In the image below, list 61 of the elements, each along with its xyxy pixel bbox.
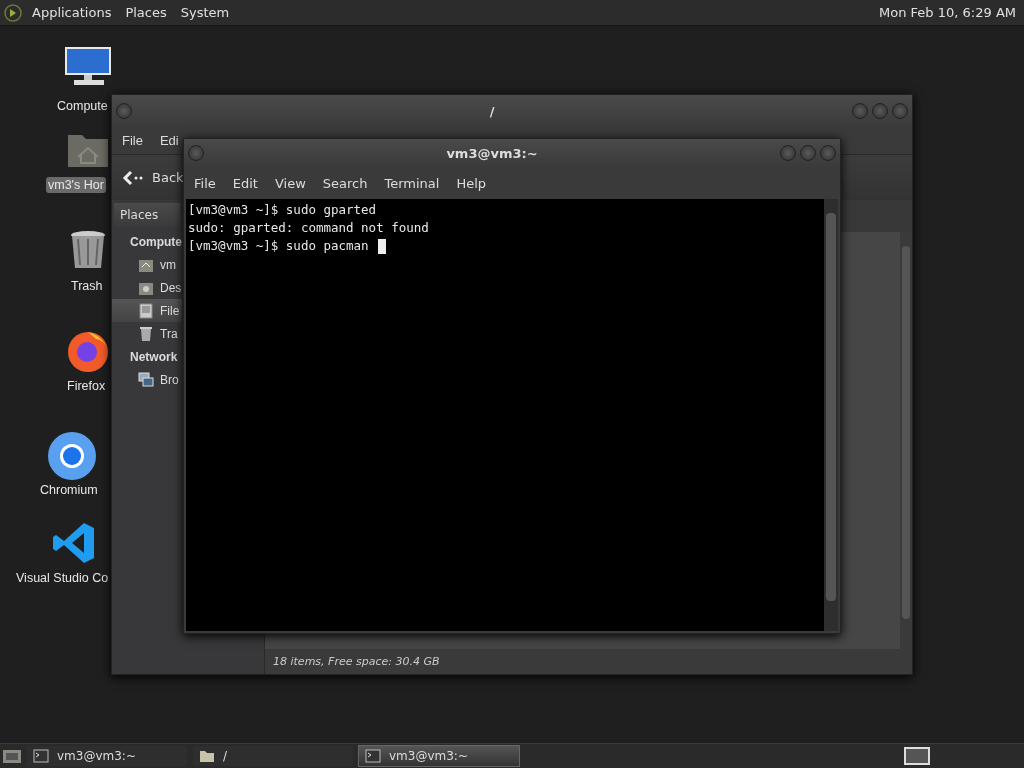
back-arrow-icon xyxy=(122,169,144,186)
panel-menu[interactable]: Places xyxy=(121,3,171,22)
desktop-icon-label[interactable]: Trash xyxy=(69,278,105,294)
desktop-icon-label[interactable]: Chromium xyxy=(38,482,100,498)
code-editor-icon xyxy=(52,521,96,565)
folder-icon xyxy=(199,748,215,764)
terminal-line: sudo: gparted: command not found xyxy=(188,219,429,237)
taskbar-button[interactable]: / xyxy=(192,745,354,767)
sidebar-item[interactable]: Des xyxy=(112,276,182,299)
desktop-icon-label[interactable]: vm3's Hor xyxy=(46,177,106,193)
trash-icon xyxy=(138,325,154,342)
window-menu-button[interactable] xyxy=(188,145,204,161)
minimize-button[interactable] xyxy=(852,103,868,119)
scrollbar[interactable] xyxy=(824,199,838,631)
menu-item[interactable]: Search xyxy=(322,175,368,191)
menu-item[interactable]: Edit xyxy=(232,175,258,191)
sidebar-item[interactable]: Bro xyxy=(112,368,182,391)
terminal-line: [vm3@vm3 ~]$ sudo gparted xyxy=(188,201,377,219)
menu-item[interactable]: Terminal xyxy=(384,175,440,191)
desktop-icon-label[interactable]: Firefox xyxy=(65,378,108,394)
menu-item[interactable]: File xyxy=(194,175,216,191)
sidebar-item[interactable]: Tra xyxy=(112,322,182,345)
maximize-button[interactable] xyxy=(800,145,816,161)
window-title: vm3@vm3:~ xyxy=(445,145,539,161)
show-desktop-icon xyxy=(2,747,22,765)
window-menu-button[interactable] xyxy=(116,103,132,119)
status-bar: 18 items, Free space: 30.4 GB xyxy=(265,649,912,674)
cursor xyxy=(378,238,387,254)
taskbar-button[interactable]: vm3@vm3:~ xyxy=(26,745,188,767)
minimize-button[interactable] xyxy=(780,145,796,161)
trash-icon xyxy=(68,229,108,271)
panel-menu[interactable]: System xyxy=(176,3,234,22)
clock[interactable]: Mon Feb 10, 6:29 AM xyxy=(875,5,1020,20)
desktop-icon-label[interactable]: Compute xyxy=(55,98,110,114)
close-button[interactable] xyxy=(892,103,908,119)
logo-icon xyxy=(4,3,22,22)
sidebar-dropdown[interactable]: Places xyxy=(114,203,180,227)
taskbar-button[interactable]: vm3@vm3:~ xyxy=(358,745,520,767)
network-icon xyxy=(138,371,154,388)
sidebar-section-label: Network xyxy=(130,348,178,366)
desktop-icon-label[interactable]: Visual Studio Co xyxy=(14,570,111,586)
menu-item[interactable]: View xyxy=(274,175,306,191)
computer-icon xyxy=(64,46,112,86)
close-button[interactable] xyxy=(820,145,836,161)
terminal-icon xyxy=(33,748,49,764)
menu-item[interactable]: Edi xyxy=(159,133,179,148)
menu-item[interactable]: Help xyxy=(456,175,487,191)
sidebar-item[interactable]: File xyxy=(112,299,182,322)
workspace-switcher[interactable] xyxy=(904,747,930,765)
window-title: / xyxy=(488,103,496,119)
sidebar-item[interactable]: vm xyxy=(112,253,182,276)
menu-item[interactable]: File xyxy=(122,133,143,148)
maximize-button[interactable] xyxy=(872,103,888,119)
terminal-icon xyxy=(365,748,381,764)
terminal-screen[interactable]: [vm3@vm3 ~]$ sudo gparted sudo: gparted: command not found [vm3@vm3 ~]$ sudo pacman xyxy=(186,199,824,631)
chromium-icon xyxy=(47,431,97,481)
panel-menu[interactable]: Applications xyxy=(28,3,116,22)
back-button[interactable]: Back xyxy=(122,169,184,186)
terminal-line: [vm3@vm3 ~]$ sudo pacman xyxy=(188,237,370,255)
drive-icon xyxy=(138,302,154,319)
sidebar-section-label: Compute xyxy=(130,233,182,251)
